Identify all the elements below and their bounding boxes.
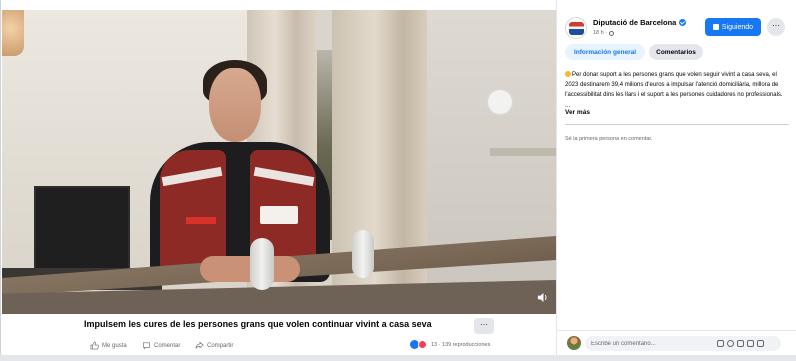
share-button[interactable]: Compartir — [195, 341, 233, 350]
love-reaction-icon — [418, 340, 427, 349]
scene-device-right — [352, 230, 374, 278]
tab-general-info[interactable]: Información general — [565, 44, 645, 60]
scene-shelf — [490, 148, 556, 156]
user-avatar — [567, 336, 581, 350]
comment-icon — [143, 342, 150, 350]
following-icon — [712, 24, 719, 30]
tab-comments[interactable]: Comentarios — [649, 44, 703, 60]
actions-row: Me gusta Comentar Compartir 13 · 139 rep… — [2, 339, 556, 355]
comment-button[interactable]: Comentar — [142, 341, 180, 350]
post-text-block: Per donar suport a les persones grans qu… — [565, 70, 789, 111]
page-name-link[interactable]: Diputació de Barcelona — [593, 18, 687, 27]
no-comments-text: Sé la primera persona en comentar. — [565, 136, 653, 142]
page-avatar[interactable] — [565, 17, 587, 39]
gif-icon[interactable] — [747, 340, 754, 347]
sticker-icon[interactable] — [717, 340, 724, 347]
comment-tools — [717, 340, 764, 347]
vest-name-badge — [186, 217, 216, 224]
reactions-count: 13 · 139 reproducciones — [431, 341, 491, 348]
share-label: Compartir — [207, 342, 234, 349]
emoji-icon[interactable] — [727, 340, 734, 347]
like-label: Me gusta — [102, 342, 127, 349]
post-time[interactable]: 18 h · — [593, 30, 607, 36]
camera-icon[interactable] — [737, 340, 744, 347]
sticker-face-icon[interactable] — [757, 340, 764, 347]
section-divider — [565, 124, 789, 125]
diputacio-logo-icon — [569, 22, 584, 35]
see-more-link[interactable]: Ver más — [565, 109, 590, 116]
scene-lamp — [2, 10, 24, 56]
scene-wall-right — [422, 10, 556, 314]
video-title: Impulsem les cures de les persones grans… — [84, 319, 432, 329]
bottom-strip — [0, 355, 796, 361]
video-title-row: Impulsem les cures de les persones grans… — [2, 314, 556, 336]
following-button[interactable]: Siguiendo — [705, 18, 761, 36]
scene-device-left — [250, 238, 274, 290]
video-player[interactable] — [2, 10, 556, 314]
scene-thermostat — [486, 88, 514, 116]
volume-icon[interactable] — [537, 292, 548, 306]
comment-label: Comentar — [154, 342, 181, 349]
post-options-button[interactable]: ··· — [767, 18, 785, 36]
video-more-button[interactable]: ··· — [474, 318, 494, 334]
page-name: Diputació de Barcelona — [593, 18, 677, 27]
thumbs-up-icon — [90, 341, 99, 350]
like-button[interactable]: Me gusta — [90, 341, 127, 350]
person-head — [209, 68, 261, 142]
post-sidebar: Diputació de Barcelona 18 h · Siguiendo … — [556, 0, 796, 355]
post-meta: 18 h · — [593, 30, 615, 36]
share-icon — [195, 341, 204, 349]
video-column: Impulsem les cures de les persones grans… — [2, 0, 556, 355]
verified-badge-icon — [679, 19, 687, 26]
scene-tv — [34, 186, 130, 270]
comment-bar — [557, 330, 796, 355]
reactions-summary[interactable]: 13 · 139 reproducciones — [410, 340, 490, 349]
vest-logo-badge — [260, 206, 298, 224]
globe-icon — [609, 30, 615, 36]
smiley-emoji-icon — [565, 71, 571, 77]
following-label: Siguiendo — [721, 23, 754, 31]
post-text: Per donar suport a les persones grans qu… — [565, 72, 783, 109]
